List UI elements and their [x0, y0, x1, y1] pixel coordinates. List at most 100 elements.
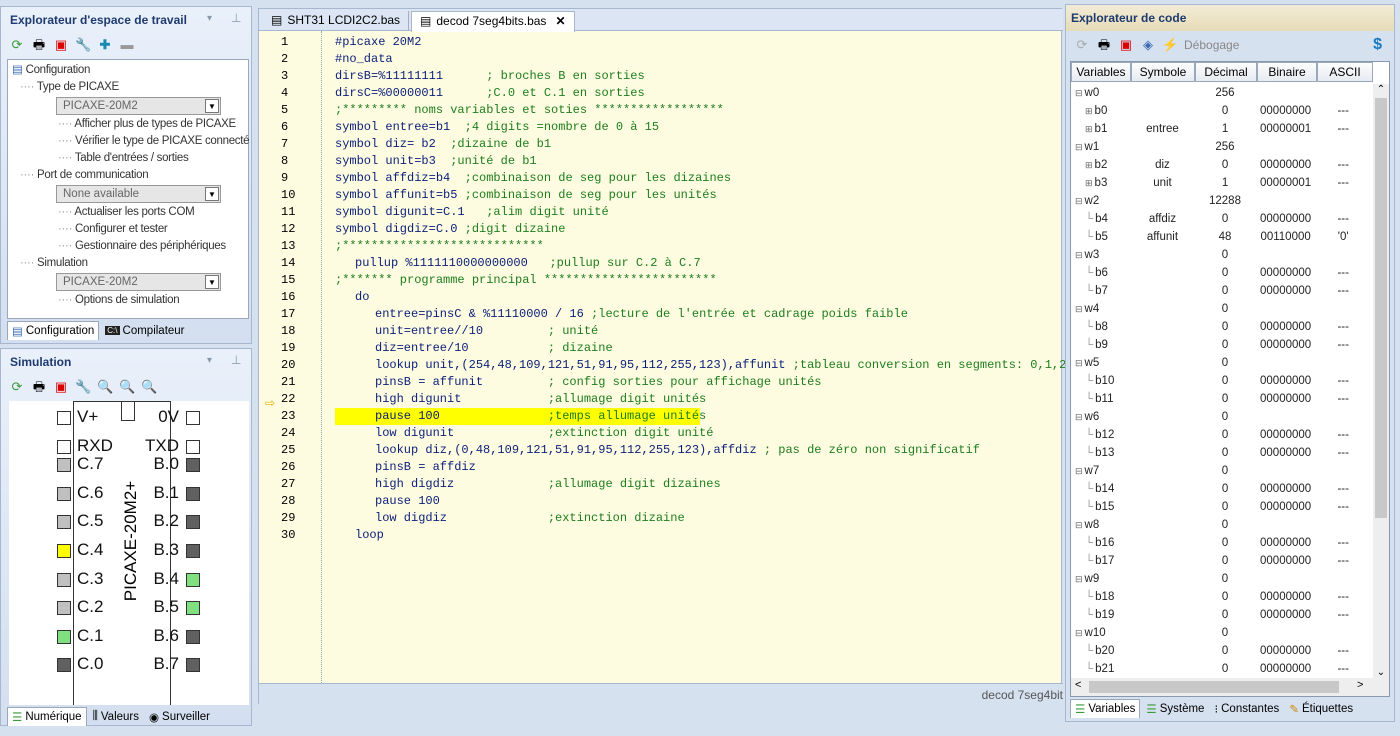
variable-row[interactable]: └ b17 0 00000000 ---	[1071, 552, 1371, 570]
variable-row[interactable]: ⊟ w7 0	[1071, 462, 1371, 480]
info-icon[interactable]: ◈	[1140, 37, 1156, 53]
expand-icon[interactable]: ⊟	[1075, 516, 1083, 534]
pin-b2[interactable]	[186, 515, 200, 530]
tree-item[interactable]: ···· Options de simulation	[58, 292, 180, 309]
pin-c7[interactable]	[57, 458, 71, 473]
tab-configuration[interactable]: ▤ Configuration	[7, 321, 100, 340]
variable-row[interactable]: └ b21 0 00000000 ---	[1071, 660, 1371, 678]
expand-icon[interactable]: ⊞	[1085, 120, 1093, 138]
tree-item[interactable]: ···· Simulation	[20, 255, 88, 272]
pin-b1[interactable]	[186, 486, 200, 501]
scroll-up-icon[interactable]: ⌃	[1373, 84, 1389, 95]
pin-c3[interactable]	[57, 572, 71, 587]
dollar-icon[interactable]: $	[1373, 36, 1382, 54]
column-header[interactable]: Décimal	[1195, 62, 1257, 82]
tree-item[interactable]: ···· Port de communication	[20, 167, 149, 184]
code-line[interactable]: symbol affdiz=b4 ;combinaison de seg pou…	[335, 170, 731, 187]
select-sim_type[interactable]: PICAXE-20M2 ▼	[56, 273, 221, 291]
code-editor[interactable]: ▤ SHT31 LCDI2C2.bas ▤ decod 7seg4bits.bas ✕…	[258, 8, 1095, 705]
panel-menu-icon[interactable]: ▾	[207, 355, 212, 366]
pin-b5[interactable]	[186, 601, 200, 616]
expand-icon[interactable]: ⊟	[1075, 624, 1083, 642]
variable-row[interactable]: ⊟ w2 12288	[1071, 192, 1371, 210]
pin-txd[interactable]	[186, 439, 200, 454]
tree-item[interactable]: ···· Type de PICAXE	[20, 79, 119, 96]
tab-valeurs[interactable]: ⫼ Valeurs	[89, 708, 143, 725]
pdf-icon[interactable]: ▣	[53, 37, 69, 53]
zoom-out-icon[interactable]: 🔍	[141, 379, 157, 395]
code-line[interactable]: pause 100 ;temps allumage unités	[375, 408, 706, 425]
pin-c0[interactable]	[57, 658, 71, 673]
chevron-down-icon[interactable]: ▼	[205, 275, 219, 289]
pin-b4[interactable]	[186, 572, 200, 587]
variable-row[interactable]: └ b19 0 00000000 ---	[1071, 606, 1371, 624]
pin-0v[interactable]	[186, 411, 200, 425]
code-line[interactable]: unit=entree//10 ; unité	[375, 323, 598, 340]
expand-icon[interactable]: ⊟	[1075, 570, 1083, 588]
code-line[interactable]: #no_data	[335, 51, 393, 68]
print-icon[interactable]: 🖶	[1096, 37, 1112, 53]
variable-row[interactable]: └ b8 0 00000000 ---	[1071, 318, 1371, 336]
debug-button[interactable]: Débogage	[1184, 38, 1239, 52]
horizontal-scrollbar[interactable]: < >	[1071, 678, 1389, 696]
expand-icon[interactable]: ⊞	[1085, 174, 1093, 192]
code-line[interactable]: pinsB = affdiz	[375, 459, 476, 476]
variable-row[interactable]: └ b14 0 00000000 ---	[1071, 480, 1371, 498]
tab-file-decod[interactable]: ▤ decod 7seg4bits.bas ✕	[411, 11, 575, 32]
variable-row[interactable]: └ b4 affdiz 0 00000000 ---	[1071, 210, 1371, 228]
tab-surveiller[interactable]: ◉ Surveiller	[145, 708, 214, 726]
scroll-right-icon[interactable]: >	[1357, 679, 1363, 691]
code-line[interactable]: entree=pinsC & %11110000 / 16 ;lecture d…	[375, 306, 908, 323]
pin-b6[interactable]	[186, 629, 200, 644]
print-icon[interactable]: 🖶	[31, 37, 47, 53]
code-line[interactable]: ;****************************	[335, 238, 544, 255]
variable-row[interactable]: ⊞ b3 unit 1 00000001 ---	[1071, 174, 1371, 192]
variable-row[interactable]: └ b9 0 00000000 ---	[1071, 336, 1371, 354]
code-line[interactable]: low digunit ;extinction digit unité	[375, 425, 713, 442]
pin-v[interactable]	[57, 411, 71, 425]
code-line[interactable]: ;******* programme principal ***********…	[335, 272, 717, 289]
variable-row[interactable]: └ b7 0 00000000 ---	[1071, 282, 1371, 300]
select-picaxe_type[interactable]: PICAXE-20M2 ▼	[56, 97, 221, 115]
expand-icon[interactable]: ⊟	[1075, 462, 1083, 480]
code-line[interactable]: symbol unit=b3 ;unité de b1	[335, 153, 537, 170]
column-header[interactable]: Variables	[1071, 62, 1131, 82]
pin-c1[interactable]	[57, 629, 71, 644]
tree-item[interactable]: ···· Table d'entrées / sorties	[58, 150, 189, 167]
code-line[interactable]: lookup diz,(0,48,109,121,51,91,95,112,25…	[375, 442, 980, 459]
scroll-down-icon[interactable]: ⌄	[1373, 667, 1389, 678]
tab-etiquettes[interactable]: ✎ Étiquettes	[1285, 700, 1357, 718]
expand-icon[interactable]: ⊟	[1075, 408, 1083, 426]
chevron-down-icon[interactable]: ▼	[205, 187, 219, 201]
refresh-icon[interactable]: ⟳	[9, 379, 25, 395]
column-header[interactable]: Binaire	[1257, 62, 1317, 82]
print-icon[interactable]: 🖶	[31, 379, 47, 395]
variable-row[interactable]: └ b15 0 00000000 ---	[1071, 498, 1371, 516]
chevron-down-icon[interactable]: ▼	[205, 99, 219, 113]
variable-row[interactable]: └ b6 0 00000000 ---	[1071, 264, 1371, 282]
code-line[interactable]: high digdiz ;allumage digit dizaines	[375, 476, 721, 493]
pin-c4[interactable]	[57, 544, 71, 558]
pdf-icon[interactable]: ▣	[53, 379, 69, 395]
scrollbar-thumb[interactable]	[1375, 98, 1387, 518]
code-line[interactable]: symbol affunit=b5 ;combinaison de seg po…	[335, 187, 717, 204]
variable-row[interactable]: ⊟ w6 0	[1071, 408, 1371, 426]
code-line[interactable]: symbol digdiz=C.0 ;digit dizaine	[335, 221, 565, 238]
panel-menu-icon[interactable]: ▾	[207, 13, 212, 24]
tree-item[interactable]: ···· Actualiser les ports COM	[58, 204, 195, 221]
vertical-scrollbar[interactable]: ⌃ ⌄	[1373, 84, 1389, 678]
expand-icon[interactable]: ⊟	[1075, 138, 1083, 156]
variable-row[interactable]: └ b12 0 00000000 ---	[1071, 426, 1371, 444]
wrench-icon[interactable]: 🔧	[75, 379, 91, 395]
zoom-icon[interactable]: 🔍	[97, 379, 113, 395]
code-line[interactable]: high digunit ;allumage digit unités	[375, 391, 706, 408]
expand-icon[interactable]: ⊞	[1085, 156, 1093, 174]
pin-b3[interactable]	[186, 544, 200, 558]
tree-item[interactable]: ···· Gestionnaire des périphériques	[58, 238, 226, 255]
tab-compilateur[interactable]: C:\ Compilateur	[101, 323, 188, 339]
code-line[interactable]: pullup %1111110000000000 ;pullup sur C.2…	[355, 255, 701, 272]
tab-systeme[interactable]: ☰ Système	[1142, 700, 1208, 718]
expand-icon[interactable]: ⊟	[1075, 84, 1083, 102]
variable-row[interactable]: ⊞ b2 diz 0 00000000 ---	[1071, 156, 1371, 174]
variable-row[interactable]: ⊟ w8 0	[1071, 516, 1371, 534]
